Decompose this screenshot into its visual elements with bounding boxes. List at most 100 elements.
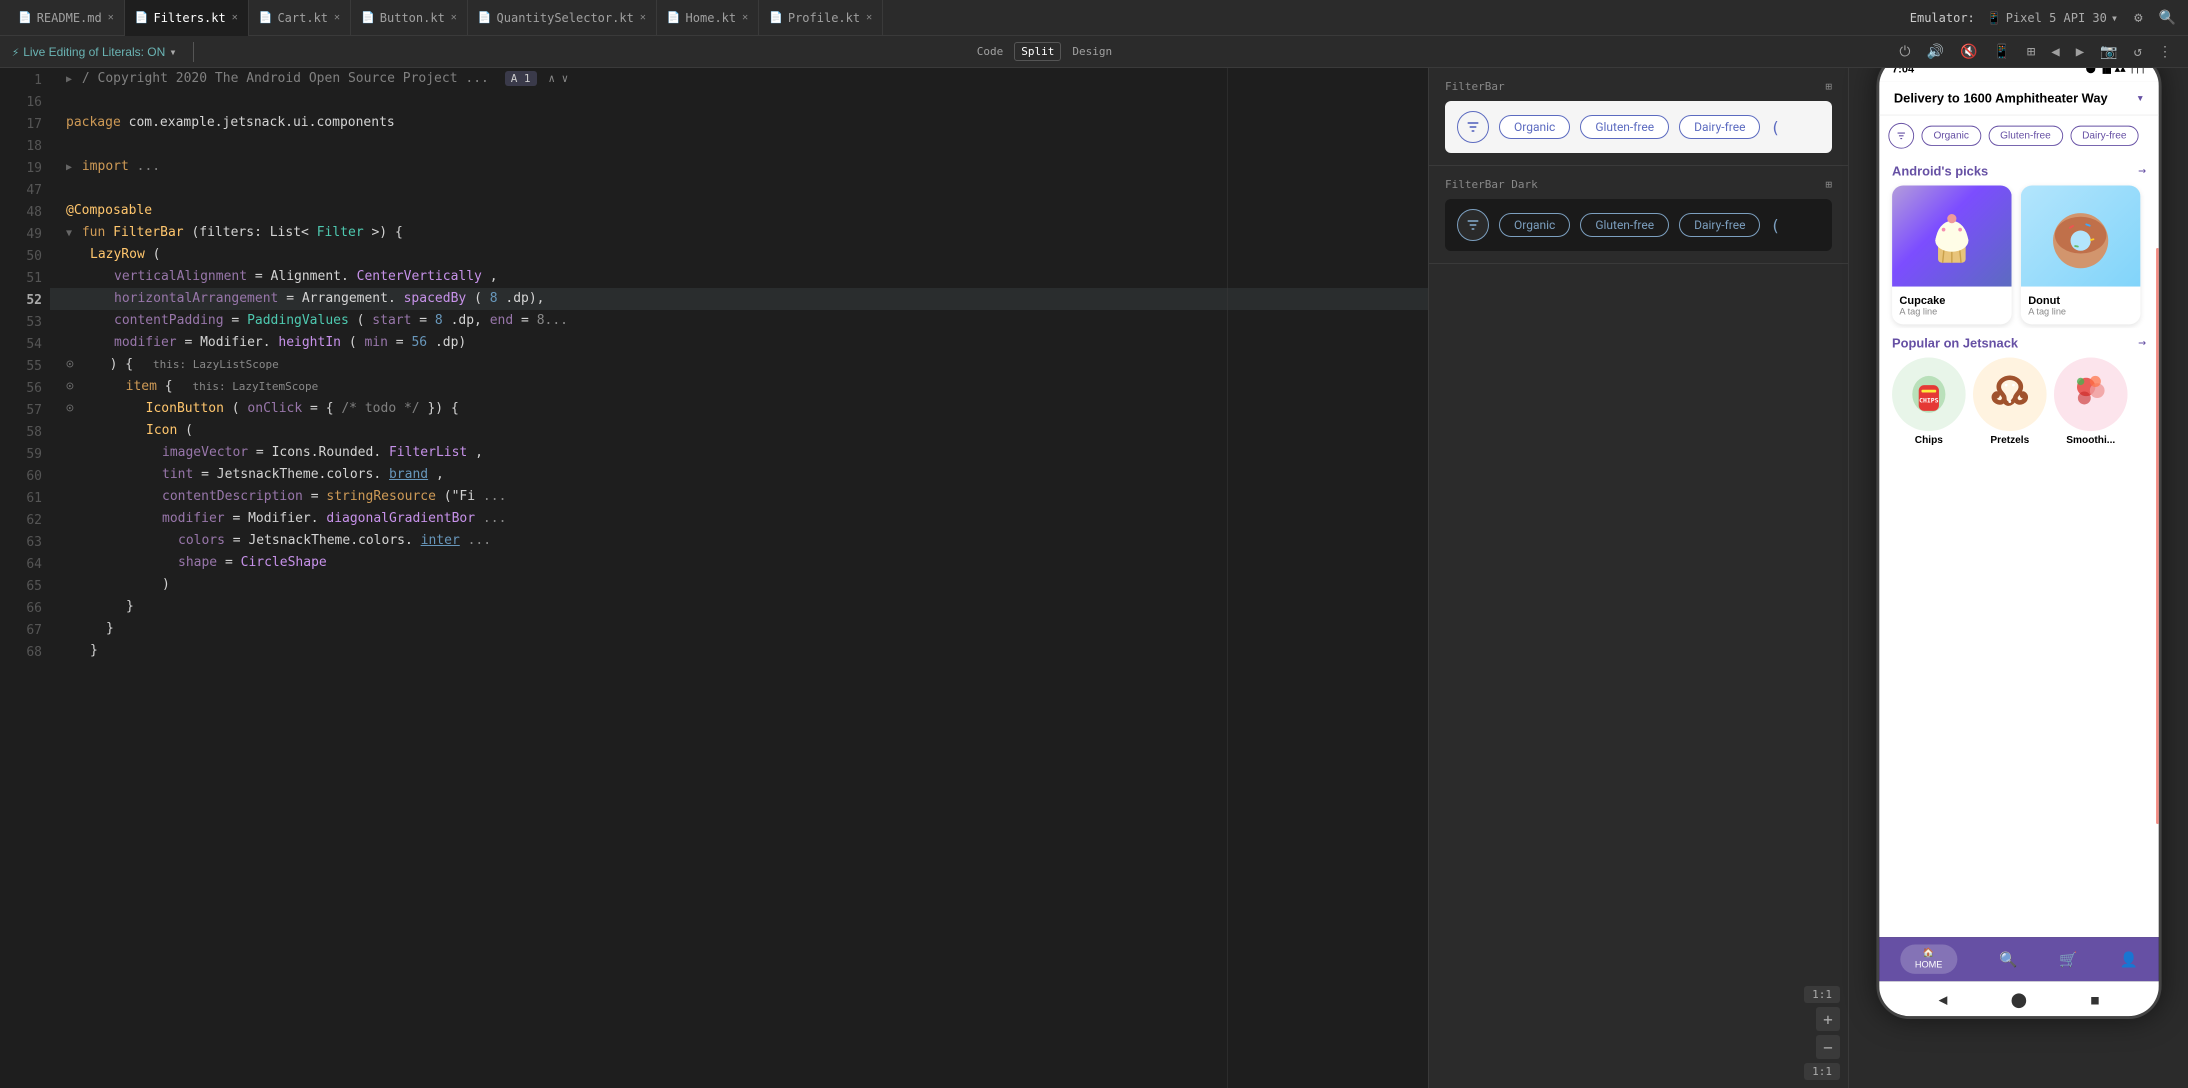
chip-dairy-light[interactable]: Dairy-free (1679, 115, 1760, 139)
tab-quantity[interactable]: 📄 QuantitySelector.kt ✕ (468, 0, 657, 36)
pretzels-item[interactable]: Pretzels (1973, 358, 2047, 446)
nav-search[interactable]: 🔍 (1999, 950, 2017, 967)
phone-chip-dairy[interactable]: Dairy-free (2070, 126, 2138, 146)
signal-icon: ||| (2129, 68, 2146, 74)
smoothie-item[interactable]: Smoothi... (2053, 358, 2127, 446)
search-icon[interactable]: 🔍 (2155, 8, 2180, 28)
chip-organic-dark[interactable]: Organic (1499, 213, 1570, 237)
chips-item[interactable]: CHIPS Chips (1892, 358, 1966, 446)
filter-icon-dark[interactable] (1457, 209, 1489, 241)
code-line-60: tint = JetsnackTheme.colors. brand , (50, 464, 1428, 486)
zoom-controls: 1:1 + − 1:1 (1804, 986, 1840, 1080)
fold-icon[interactable]: ▶ (66, 74, 72, 85)
view-mode-buttons: Code Split Design (970, 42, 1119, 61)
volume-icon[interactable]: 🔊 (1923, 42, 1948, 62)
fold-icon[interactable]: ▼ (66, 228, 72, 239)
status-icons: ▐█ ▲▲ ||| (2085, 68, 2146, 74)
code-line-57: ⊙ IconButton ( onClick = { /* todo */ })… (50, 398, 1428, 420)
delivery-chevron[interactable]: ▾ (2136, 91, 2144, 106)
close-tab-icon[interactable]: ✕ (640, 12, 646, 23)
chip-gluten-light[interactable]: Gluten-free (1580, 115, 1669, 139)
donut-image (2020, 185, 2140, 286)
phone-app-content: Delivery to 1600 Amphitheater Way ▾ Orga… (1879, 82, 2159, 938)
nav-home[interactable]: 🏠 HOME (1900, 944, 1957, 973)
file-icon: 📄 (667, 11, 681, 24)
close-tab-icon[interactable]: ✕ (108, 12, 114, 23)
phone-gesture-bar: ◀ ⬤ ◼ (1879, 981, 2159, 1016)
tablet-icon[interactable]: ⊞ (2023, 42, 2039, 62)
chip-organic-light[interactable]: Organic (1499, 115, 1570, 139)
design-view-button[interactable]: Design (1065, 42, 1119, 61)
code-line-62: modifier = Modifier. diagonalGradientBor… (50, 508, 1428, 530)
code-editor[interactable]: ▶ / Copyright 2020 The Android Open Sour… (50, 68, 1428, 1088)
device-selector[interactable]: 📱 Pixel 5 API 30 ▾ (1987, 11, 2118, 25)
split-view-button[interactable]: Split (1014, 42, 1061, 61)
forward-icon[interactable]: ▶ (2072, 42, 2088, 62)
tab-cart[interactable]: 📄 Cart.kt ✕ (249, 0, 351, 36)
phone-filter-icon[interactable] (1888, 123, 1914, 149)
settings-icon[interactable]: ⚙ (2130, 8, 2146, 28)
filter-icon-light[interactable] (1457, 111, 1489, 143)
donut-card[interactable]: Donut A tag line (2020, 185, 2140, 324)
phone-icon[interactable]: 📱 (1989, 42, 2014, 62)
popular-header: Popular on Jetsnack → (1879, 328, 2159, 354)
tab-readme[interactable]: 📄 README.md ✕ (8, 0, 125, 36)
delivery-bar[interactable]: Delivery to 1600 Amphitheater Way ▾ (1879, 82, 2159, 116)
recent-gesture-btn[interactable]: ◼ (2090, 990, 2099, 1007)
close-tab-icon[interactable]: ✕ (866, 12, 872, 23)
line-numbers: 1 16 17 18 19 47 48 49 50 51 52 53 54 55… (0, 68, 50, 1088)
cupcake-card[interactable]: Cupcake A tag line (1892, 185, 2012, 324)
chip-row: Organic Gluten-free Dairy-free (1879, 116, 2159, 156)
popular-arrow[interactable]: → (2138, 335, 2146, 350)
code-line-61: contentDescription = stringResource ("Fi… (50, 486, 1428, 508)
code-line-66: } (50, 596, 1428, 618)
chip-dairy-dark[interactable]: Dairy-free (1679, 213, 1760, 237)
main-layout: 1 16 17 18 19 47 48 49 50 51 52 53 54 55… (0, 68, 2188, 1088)
code-line-53: contentPadding = PaddingValues ( start =… (50, 310, 1428, 332)
androids-picks-header: Android's picks → (1879, 156, 2159, 182)
resize-icon[interactable]: ⊞ (1825, 80, 1832, 93)
more-icon[interactable]: ⋮ (2154, 42, 2176, 62)
home-gesture-btn[interactable]: ⬤ (2010, 990, 2026, 1007)
close-tab-icon[interactable]: ✕ (451, 12, 457, 23)
toolbar: ⚡ Live Editing of Literals: ON ▾ Code Sp… (0, 36, 2188, 68)
refresh-icon[interactable]: ↺ (2130, 42, 2146, 62)
zoom-in-button[interactable]: + (1816, 1007, 1840, 1031)
cart-icon: 🛒 (2059, 950, 2077, 967)
code-line-54: modifier = Modifier. heightIn ( min = 56… (50, 332, 1428, 354)
zoom-out-button[interactable]: − (1816, 1035, 1840, 1059)
chip-gluten-dark[interactable]: Gluten-free (1580, 213, 1669, 237)
phone-nav-bar: 🏠 HOME 🔍 🛒 👤 (1879, 937, 2159, 981)
phone-chip-organic[interactable]: Organic (1921, 126, 1980, 146)
tab-filters[interactable]: 📄 Filters.kt ✕ (125, 0, 249, 36)
back-icon[interactable]: ◀ (2047, 42, 2063, 62)
close-tab-icon[interactable]: ✕ (334, 12, 340, 23)
home-icon: 🏠 (1922, 948, 1933, 958)
resize-icon-dark[interactable]: ⊞ (1825, 178, 1832, 191)
tab-bar: 📄 README.md ✕ 📄 Filters.kt ✕ 📄 Cart.kt ✕… (0, 0, 2188, 36)
power-icon[interactable]: ⏻ (1895, 42, 1914, 62)
tab-button[interactable]: 📄 Button.kt ✕ (351, 0, 468, 36)
code-line-52: horizontalArrangement = Arrangement. spa… (50, 288, 1428, 310)
phone-chip-gluten[interactable]: Gluten-free (1988, 126, 2063, 146)
filterbar-light-bar: Organic Gluten-free Dairy-free ( (1445, 101, 1832, 153)
close-tab-icon[interactable]: ✕ (742, 12, 748, 23)
filterbar-dark-preview: FilterBar Dark ⊞ Organic Gluten-free Dai… (1429, 166, 1848, 264)
live-editing-toggle[interactable]: ⚡ Live Editing of Literals: ON ▾ (12, 45, 177, 59)
scroll-indicator (2156, 248, 2159, 824)
camera-icon[interactable]: 📷 (2096, 42, 2121, 62)
androids-picks-arrow[interactable]: → (2138, 163, 2146, 178)
tab-profile[interactable]: 📄 Profile.kt ✕ (759, 0, 883, 36)
code-view-button[interactable]: Code (970, 42, 1011, 61)
nav-cart[interactable]: 🛒 (2059, 950, 2077, 967)
battery-icon: ▐█ (2099, 68, 2110, 74)
nav-profile[interactable]: 👤 (2119, 950, 2137, 967)
more-chips-indicator: ( (1770, 118, 1780, 137)
code-line-51: verticalAlignment = Alignment. CenterVer… (50, 266, 1428, 288)
androids-picks-cards: Cupcake A tag line (1879, 182, 2159, 328)
close-tab-icon[interactable]: ✕ (232, 12, 238, 23)
mute-icon[interactable]: 🔇 (1956, 42, 1981, 62)
tab-home[interactable]: 📄 Home.kt ✕ (657, 0, 759, 36)
fold-icon[interactable]: ▶ (66, 162, 72, 173)
back-gesture-btn[interactable]: ◀ (1938, 990, 1947, 1007)
